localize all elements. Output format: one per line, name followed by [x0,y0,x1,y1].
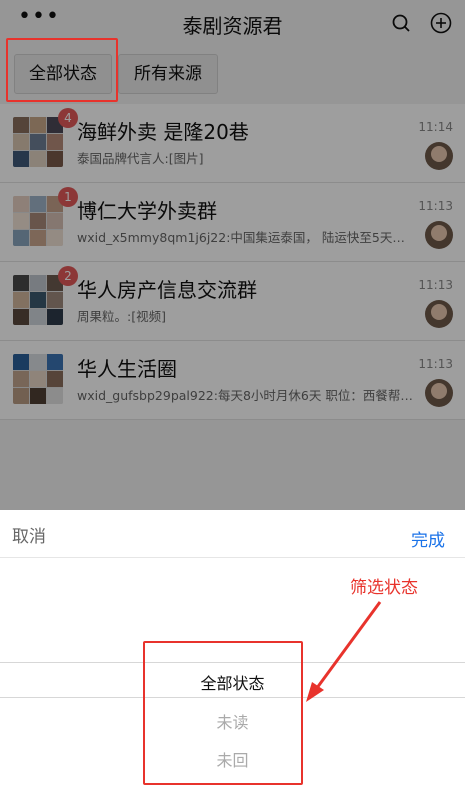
annotation-highlight-box [143,641,303,785]
annotation-highlight-box [6,38,118,102]
done-button[interactable]: 完成 [411,526,445,551]
divider [0,557,465,558]
annotation-arrow-icon [306,601,382,702]
cancel-button[interactable]: 取消 [12,522,46,547]
